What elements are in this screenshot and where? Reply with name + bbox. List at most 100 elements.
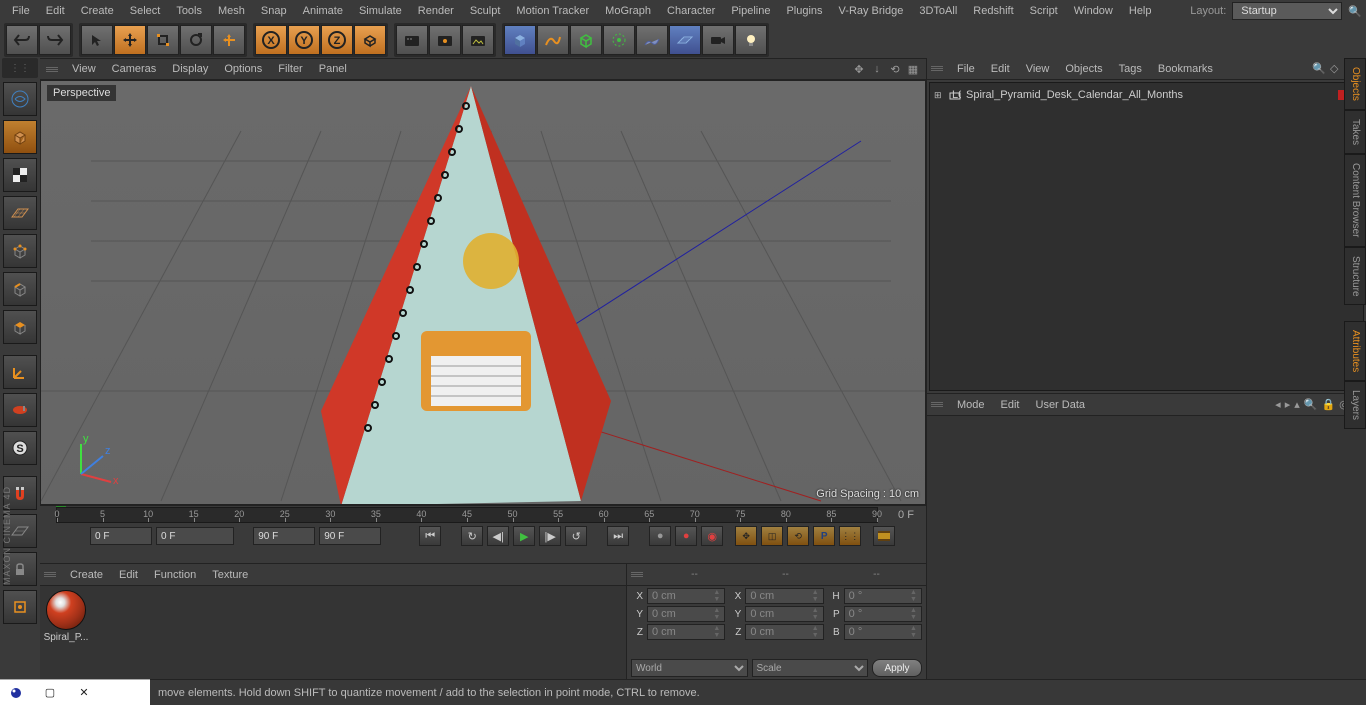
menu-vraybridge[interactable]: V-Ray Bridge	[831, 1, 912, 21]
objects-tree[interactable]: ⊞ L0 Spiral_Pyramid_Desk_Calendar_All_Mo…	[929, 82, 1364, 391]
tweak-mode-button[interactable]	[3, 393, 37, 427]
spline-button[interactable]	[537, 25, 569, 55]
opt-rotation-button[interactable]: ⟲	[787, 526, 809, 546]
material-item[interactable]: Spiral_P...	[44, 590, 88, 643]
menu-script[interactable]: Script	[1022, 1, 1066, 21]
axis-y-button[interactable]: Y	[288, 25, 320, 55]
coord-input[interactable]: 0 cm▲▼	[647, 588, 725, 604]
goto-end-button[interactable]: ⏭	[607, 526, 629, 546]
search2-icon[interactable]: 🔍	[1304, 398, 1318, 411]
world-select[interactable]: World	[631, 659, 748, 677]
vp-menu-filter[interactable]: Filter	[270, 60, 310, 78]
polygon-mode-button[interactable]	[3, 310, 37, 344]
expand-icon[interactable]: ⊞	[934, 90, 944, 101]
side-tab-attributes[interactable]: Attributes	[1344, 321, 1366, 381]
menu-character[interactable]: Character	[659, 1, 723, 21]
timeline-strip-button[interactable]	[873, 526, 895, 546]
menu-mograph[interactable]: MoGraph	[597, 1, 659, 21]
end-frame-input[interactable]	[253, 527, 315, 545]
obj-menu-objects[interactable]: Objects	[1057, 60, 1110, 78]
axis-tool-button[interactable]	[3, 355, 37, 389]
side-tab-structure[interactable]: Structure	[1344, 247, 1366, 306]
render-preview-button[interactable]	[429, 25, 461, 55]
coord-input[interactable]: 0 cm▲▼	[745, 624, 823, 640]
menu-create[interactable]: Create	[73, 1, 122, 21]
mat-menu-function[interactable]: Function	[146, 566, 204, 584]
coord-input[interactable]: 0 °▲▼	[844, 606, 922, 622]
start-frame-input[interactable]	[90, 527, 152, 545]
coord-input[interactable]: 0 cm▲▼	[647, 606, 725, 622]
attr-menu-userdata[interactable]: User Data	[1028, 396, 1094, 414]
cube-primitive-button[interactable]	[504, 25, 536, 55]
menu-simulate[interactable]: Simulate	[351, 1, 410, 21]
autokey-button[interactable]: ●	[675, 526, 697, 546]
opt-pla-button[interactable]: ⋮⋮	[839, 526, 861, 546]
axis-world-button[interactable]	[354, 25, 386, 55]
menu-3dtoall[interactable]: 3DToAll	[911, 1, 965, 21]
undo-button[interactable]	[6, 25, 38, 55]
vp-zoom-icon[interactable]: ↓	[870, 62, 884, 76]
vp-layout-icon[interactable]: ▦	[906, 62, 920, 76]
lock-icon[interactable]: 🔒	[1321, 398, 1335, 411]
attr-menu-mode[interactable]: Mode	[949, 396, 993, 414]
filter-icon[interactable]: ◇	[1330, 62, 1344, 76]
search-icon[interactable]: 🔍	[1348, 5, 1362, 18]
menu-help[interactable]: Help	[1121, 1, 1160, 21]
side-tab-objects[interactable]: Objects	[1344, 58, 1366, 110]
layout-select[interactable]: Startup	[1232, 2, 1342, 20]
scale-select[interactable]: Scale	[752, 659, 869, 677]
mat-menu-edit[interactable]: Edit	[111, 566, 146, 584]
camera-button[interactable]	[702, 25, 734, 55]
floor-button[interactable]	[669, 25, 701, 55]
coord-input[interactable]: 0 °▲▼	[844, 624, 922, 640]
side-tab-layers[interactable]: Layers	[1344, 381, 1366, 429]
vp-menu-display[interactable]: Display	[164, 60, 216, 78]
attr-menu-edit[interactable]: Edit	[993, 396, 1028, 414]
texture-mode-button[interactable]	[3, 158, 37, 192]
menu-pipeline[interactable]: Pipeline	[723, 1, 778, 21]
point-mode-button[interactable]	[3, 234, 37, 268]
coord-input[interactable]: 0 cm▲▼	[745, 588, 823, 604]
play-button[interactable]: ▶	[513, 526, 535, 546]
goto-start-button[interactable]: ⏮	[419, 526, 441, 546]
render-settings-button[interactable]	[396, 25, 428, 55]
vp-menu-cameras[interactable]: Cameras	[104, 60, 165, 78]
vp-menu-view[interactable]: View	[64, 60, 104, 78]
opt-position-button[interactable]: ✥	[735, 526, 757, 546]
snap-button[interactable]: S	[3, 431, 37, 465]
end-frame2-input[interactable]	[319, 527, 381, 545]
misc-tool-button[interactable]	[3, 590, 37, 624]
menu-file[interactable]: File	[4, 1, 38, 21]
vp-nav-icon[interactable]: ✥	[852, 62, 866, 76]
keyframe-button[interactable]: ◉	[701, 526, 723, 546]
make-editable-button[interactable]	[3, 82, 37, 116]
menu-select[interactable]: Select	[122, 1, 169, 21]
edge-mode-button[interactable]	[3, 272, 37, 306]
side-tab-takes[interactable]: Takes	[1344, 110, 1366, 154]
menu-mesh[interactable]: Mesh	[210, 1, 253, 21]
vp-menu-options[interactable]: Options	[216, 60, 270, 78]
menu-window[interactable]: Window	[1066, 1, 1121, 21]
close-icon[interactable]: ✕	[76, 685, 92, 701]
side-tab-contentbrowser[interactable]: Content Browser	[1344, 154, 1366, 246]
opt-param-button[interactable]: P	[813, 526, 835, 546]
menu-snap[interactable]: Snap	[253, 1, 295, 21]
obj-menu-view[interactable]: View	[1018, 60, 1058, 78]
nav-up-icon[interactable]: ▴	[1294, 398, 1300, 411]
axis-z-button[interactable]: Z	[321, 25, 353, 55]
nav-fwd-icon[interactable]: ▸	[1285, 398, 1291, 411]
loop2-button[interactable]: ↺	[565, 526, 587, 546]
generator-button[interactable]	[570, 25, 602, 55]
select-tool-button[interactable]	[81, 25, 113, 55]
scale-tool-button[interactable]	[147, 25, 179, 55]
menu-plugins[interactable]: Plugins	[778, 1, 830, 21]
mat-menu-create[interactable]: Create	[62, 566, 111, 584]
coord-input[interactable]: 0 cm▲▼	[647, 624, 725, 640]
menu-render[interactable]: Render	[410, 1, 462, 21]
apply-button[interactable]: Apply	[872, 659, 922, 677]
deformer-button[interactable]	[603, 25, 635, 55]
opt-scale-button[interactable]: ◫	[761, 526, 783, 546]
mat-menu-texture[interactable]: Texture	[204, 566, 256, 584]
loop-button[interactable]: ↻	[461, 526, 483, 546]
obj-menu-tags[interactable]: Tags	[1111, 60, 1150, 78]
